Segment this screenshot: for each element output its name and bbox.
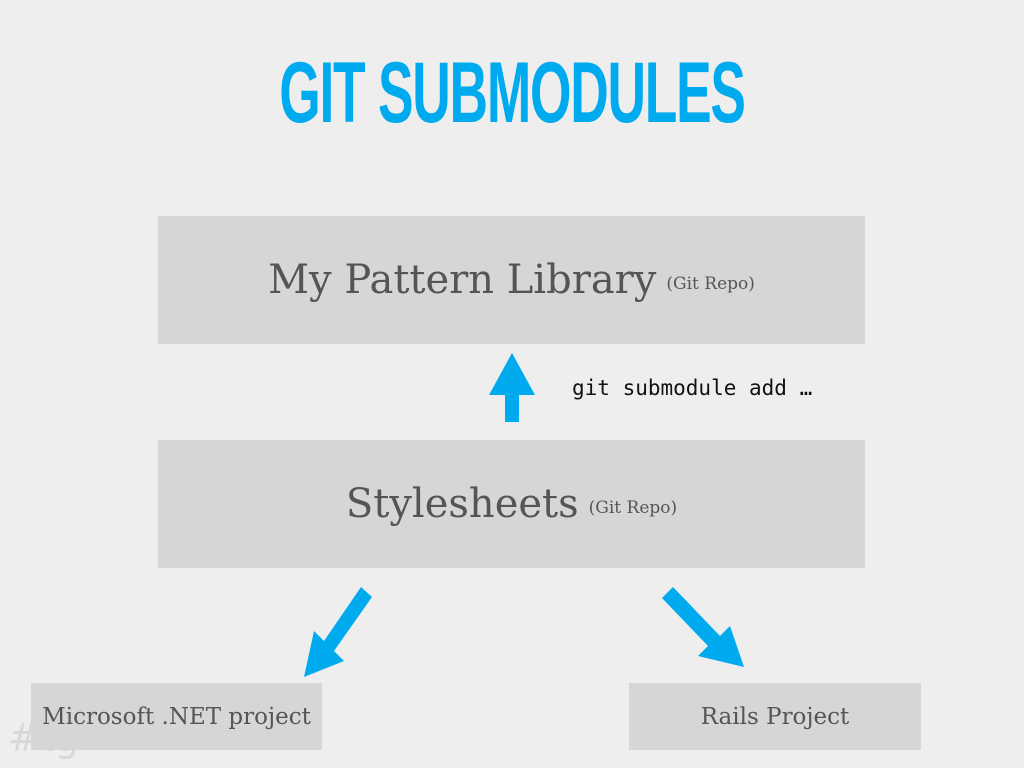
node-rails-project: Rails Project bbox=[629, 683, 921, 750]
node-dotnet-project: Microsoft .NET project bbox=[31, 683, 322, 750]
arrow-down-left-icon bbox=[304, 587, 372, 677]
slide-title: GIT SUBMODULES bbox=[279, 45, 746, 141]
node-pattern-library: My Pattern Library (Git Repo) bbox=[158, 216, 865, 344]
slide: #tg GIT SUBMODULES My Pattern Library (G… bbox=[0, 0, 1024, 768]
node-pattern-library-label: My Pattern Library bbox=[268, 257, 657, 303]
node-rails-project-label: Rails Project bbox=[700, 703, 850, 730]
node-stylesheets-note: (Git Repo) bbox=[588, 498, 678, 518]
node-stylesheets: Stylesheets (Git Repo) bbox=[158, 440, 865, 568]
edge-command-label: git submodule add … bbox=[572, 376, 813, 400]
arrow-up-icon bbox=[489, 353, 535, 422]
arrow-down-right-icon bbox=[662, 587, 744, 667]
node-pattern-library-note: (Git Repo) bbox=[666, 274, 755, 294]
node-dotnet-project-label: Microsoft .NET project bbox=[42, 703, 311, 730]
node-stylesheets-label: Stylesheets bbox=[345, 481, 579, 527]
